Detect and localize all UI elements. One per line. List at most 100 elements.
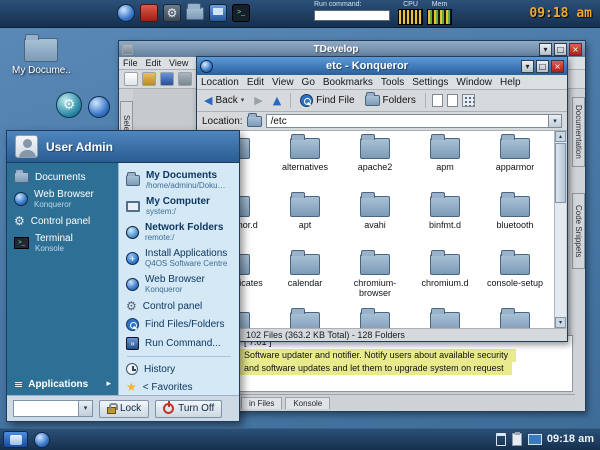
new-file-icon[interactable] <box>124 72 138 86</box>
menu-item-favorites[interactable]: ★ < Favorites <box>119 378 239 395</box>
maximize-button[interactable]: □ <box>536 60 549 73</box>
konqueror-menubar: Location Edit View Go Bookmarks Tools Se… <box>197 75 567 90</box>
menu-tools[interactable]: Tools <box>377 77 408 88</box>
scrollbar-thumb[interactable] <box>555 143 566 203</box>
tab-find-in-files[interactable]: in Files <box>241 397 282 409</box>
menu-item-terminal[interactable]: >_ TerminalKonsole <box>7 230 118 256</box>
menu-view[interactable]: View <box>165 58 192 68</box>
konqueror-file-view[interactable]: alternatives apache2 apm apparmor apparm… <box>198 131 566 328</box>
menu-item-find-files[interactable]: Find Files/Folders <box>119 315 239 334</box>
menu-settings[interactable]: Settings <box>408 77 452 88</box>
folder-label: calendar <box>288 279 323 289</box>
menu-item-web-browser[interactable]: Web BrowserKonqueror <box>119 271 239 297</box>
folder-item[interactable] <box>360 309 390 328</box>
save-icon[interactable] <box>160 72 174 86</box>
menu-item-documents[interactable]: Documents <box>7 169 118 186</box>
file-manager-icon[interactable] <box>185 3 205 23</box>
folder-item[interactable]: alternatives <box>282 135 328 193</box>
menu-item-history[interactable]: History <box>119 360 239 378</box>
display-icon[interactable] <box>528 434 542 445</box>
close-button[interactable]: × <box>551 60 564 73</box>
user-avatar[interactable] <box>15 135 38 158</box>
start-menu-button[interactable] <box>3 431 28 448</box>
menu-item-run-command[interactable]: » Run Command... <box>119 334 239 353</box>
menu-item-network-folders[interactable]: Network Foldersremote:/ <box>119 219 239 245</box>
forward-button[interactable]: ▶ <box>251 94 265 107</box>
combo-dropdown-icon[interactable]: ▾ <box>78 401 92 416</box>
menu-item-install-applications[interactable]: + Install ApplicationsQ4OS Software Cent… <box>119 245 239 271</box>
web-browser-icon[interactable] <box>34 432 50 448</box>
konqueror-titlebar[interactable]: etc - Konqueror ▾ □ × <box>197 57 567 75</box>
menu-location[interactable]: Location <box>197 77 243 88</box>
desktop-icon-my-documents[interactable]: My Docume.. <box>12 38 71 76</box>
display-settings-icon[interactable] <box>208 3 228 23</box>
minimize-button[interactable]: ▾ <box>539 43 552 56</box>
folder-item[interactable]: binfmt.d <box>429 193 461 251</box>
close-button[interactable]: × <box>569 43 582 56</box>
menu-edit[interactable]: Edit <box>243 77 268 88</box>
menu-help[interactable]: Help <box>496 77 525 88</box>
back-button[interactable]: ◀ Back ▾ <box>201 94 247 107</box>
folder-item[interactable]: chromium-browser <box>342 251 408 309</box>
web-browser-icon[interactable] <box>116 3 136 23</box>
folders-button[interactable]: Folders <box>362 94 419 107</box>
scroll-up-icon[interactable]: ▴ <box>555 131 566 142</box>
run-command-input[interactable] <box>314 10 390 21</box>
menu-item-web-browser[interactable]: Web BrowserKonqueror <box>7 186 118 212</box>
terminal-icon[interactable]: >_ <box>231 3 251 23</box>
folder-item[interactable] <box>500 309 530 328</box>
system-settings-icon[interactable]: ⚙ <box>162 3 182 23</box>
tdevelop-editor[interactable]: [ 7.01 ] Software updater and notifier. … <box>239 335 573 392</box>
folder-item[interactable] <box>430 309 460 328</box>
tdevelop-titlebar[interactable]: TDevelop ▾ □ × <box>119 41 585 57</box>
tab-code-snippets[interactable]: Code Snippets <box>572 193 585 269</box>
clipboard-icon[interactable] <box>512 433 522 446</box>
panel-clock[interactable]: 09:18 am <box>529 6 592 21</box>
back-dropdown-icon[interactable]: ▾ <box>241 97 245 104</box>
tab-konsole[interactable]: Konsole <box>285 397 330 409</box>
minimize-button[interactable]: ▾ <box>521 60 534 73</box>
icon-view-icon[interactable] <box>462 94 475 107</box>
folder-item[interactable] <box>290 309 320 328</box>
folder-item[interactable]: apparmor <box>496 135 535 193</box>
maximize-button[interactable]: □ <box>554 43 567 56</box>
menu-window[interactable]: Window <box>452 77 496 88</box>
folder-item[interactable]: bluetooth <box>496 193 533 251</box>
menu-bookmarks[interactable]: Bookmarks <box>319 77 377 88</box>
folder-item[interactable]: apm <box>430 135 460 193</box>
menu-item-control-panel[interactable]: ⚙ Control panel <box>7 212 118 230</box>
folder-item[interactable]: calendar <box>288 251 323 309</box>
trash-icon[interactable] <box>496 433 506 446</box>
paste-icon[interactable] <box>447 94 458 107</box>
turn-off-button[interactable]: Turn Off <box>155 400 222 418</box>
menu-file[interactable]: File <box>119 58 142 68</box>
desktop-icon-settings[interactable]: ⚙ <box>56 92 82 118</box>
menu-view[interactable]: View <box>268 77 298 88</box>
menu-item-my-documents[interactable]: My Documents/home/adminu/Dokument... <box>119 167 239 193</box>
menu-item-applications[interactable]: ≡ Applications ▸ <box>7 374 118 395</box>
folder-item[interactable]: apache2 <box>358 135 393 193</box>
folder-item[interactable]: chromium.d <box>421 251 468 309</box>
menu-item-control-panel[interactable]: ⚙ Control panel <box>119 297 239 315</box>
folder-item[interactable]: apt <box>290 193 320 251</box>
menu-item-my-computer[interactable]: My Computersystem:/ <box>119 193 239 219</box>
build-icon[interactable] <box>178 72 192 86</box>
desktop-icon-network[interactable] <box>88 96 110 118</box>
location-input[interactable]: /etc ▾ <box>266 114 562 128</box>
open-folder-icon[interactable] <box>142 72 156 86</box>
folder-item[interactable]: avahi <box>360 193 390 251</box>
package-manager-icon[interactable] <box>139 3 159 23</box>
menu-go[interactable]: Go <box>298 77 319 88</box>
up-button[interactable]: ▲ <box>270 94 284 107</box>
location-dropdown-icon[interactable]: ▾ <box>548 115 561 127</box>
vertical-scrollbar[interactable]: ▴ ▾ <box>554 131 566 328</box>
copy-icon[interactable] <box>432 94 443 107</box>
find-file-button[interactable]: Find File <box>297 93 357 108</box>
lock-button[interactable]: Lock <box>99 400 149 418</box>
tab-documentation[interactable]: Documentation <box>572 97 585 167</box>
search-combo[interactable]: ▾ <box>13 400 93 417</box>
taskbar-clock[interactable]: 09:18 am <box>547 433 594 445</box>
scroll-down-icon[interactable]: ▾ <box>555 317 566 328</box>
folder-item[interactable]: console-setup <box>487 251 543 309</box>
menu-edit[interactable]: Edit <box>142 58 166 68</box>
